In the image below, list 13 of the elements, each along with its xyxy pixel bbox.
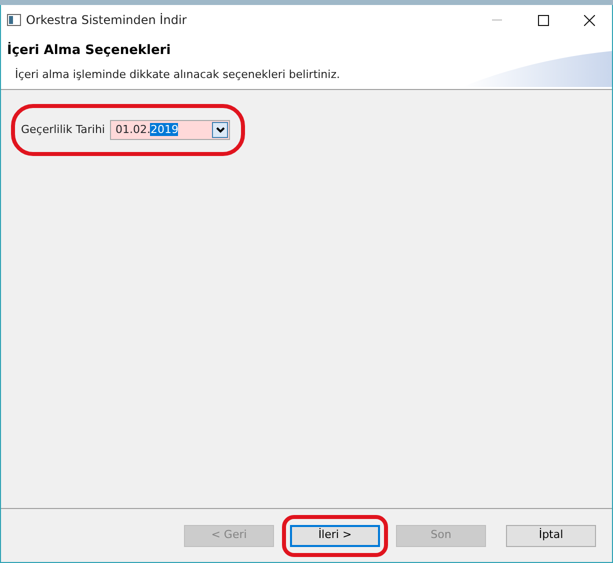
chevron-down-icon	[216, 127, 225, 133]
app-icon	[6, 14, 20, 26]
maximize-icon	[538, 14, 548, 26]
page-description: İçeri alma işleminde dikkate alınacak seçenekleri belirtiniz.	[15, 66, 341, 82]
wizard-button[interactable]: İptal	[506, 524, 596, 546]
page-title: İçeri Alma Seçenekleri	[7, 41, 172, 60]
close-icon	[584, 14, 594, 26]
dropdown-button[interactable]	[212, 122, 228, 138]
field-label: Geçerlilik Tarihi	[21, 122, 105, 138]
date-field[interactable]: 01.02.2019	[110, 120, 230, 140]
date-value: 01.02.2019	[115, 122, 178, 138]
window-title: Orkestra Sisteminden İndir	[26, 12, 187, 29]
wizard-button[interactable]: İleri >	[290, 524, 380, 546]
